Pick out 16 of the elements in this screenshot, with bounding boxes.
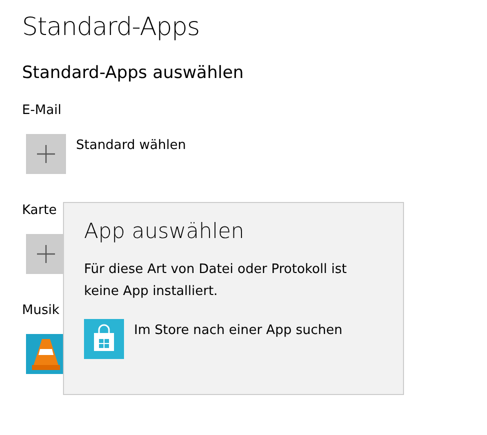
traffic-cone-icon	[31, 337, 61, 371]
app-tile[interactable]	[26, 334, 66, 374]
plus-icon	[37, 145, 55, 163]
category-label: E-Mail	[22, 102, 62, 120]
choose-default-label[interactable]: Standard wählen	[76, 138, 186, 153]
add-app-button[interactable]	[26, 234, 66, 274]
store-search-link[interactable]: Im Store nach einer App suchen	[134, 323, 342, 338]
plus-icon	[37, 245, 55, 263]
popup-message: Für diese Art von Datei oder Protokoll ist keine App installiert.	[84, 261, 348, 301]
section-title: Standard-Apps auswählen	[22, 62, 245, 84]
popup-title: App auswählen	[84, 218, 246, 245]
page-title: Standard-Apps	[22, 12, 201, 42]
category-label: Karte	[22, 202, 58, 220]
shopping-bag-icon[interactable]	[84, 319, 124, 359]
category-label: Musik	[22, 302, 60, 320]
add-app-button[interactable]	[26, 134, 66, 174]
